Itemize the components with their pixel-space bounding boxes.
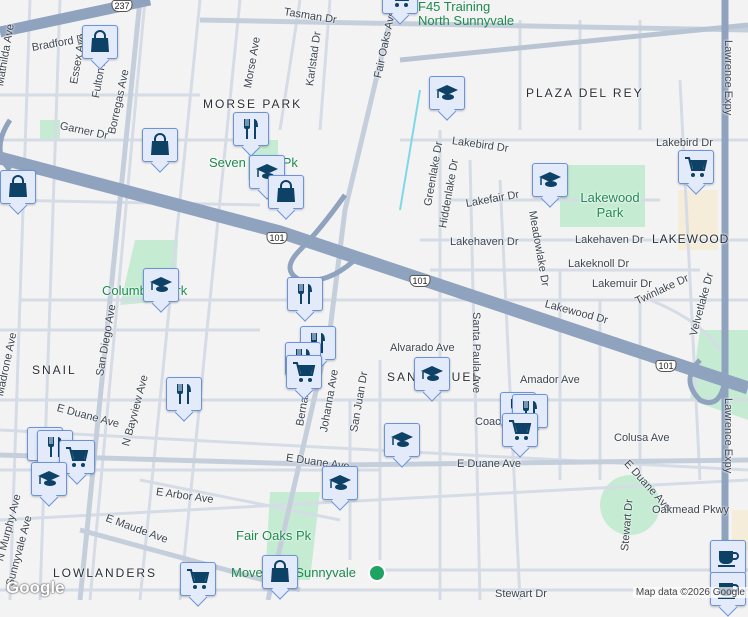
shopping-bag-icon [271, 560, 289, 582]
grocery-cart-marker[interactable] [180, 562, 216, 596]
grocery-cart-icon [685, 157, 708, 177]
neighborhood-label: PLAZA DEL REY [526, 86, 644, 100]
grocery-cart-icon [187, 569, 210, 589]
street-label: Lakeknoll Dr [568, 258, 630, 270]
school-icon [539, 172, 561, 187]
shopping-bag-icon [9, 175, 27, 197]
grocery-cart-marker[interactable] [382, 0, 418, 14]
fitness-poi-icon[interactable] [368, 564, 386, 582]
school-marker[interactable] [429, 76, 465, 110]
cafe-icon [718, 551, 739, 567]
map-attribution[interactable]: Map data ©2026 Google [632, 587, 748, 598]
creek [399, 89, 421, 211]
grocery-cart-icon [394, 0, 410, 7]
street-label: Lakebird Dr [656, 137, 713, 149]
park-label: Fair Oaks Pk [236, 528, 312, 543]
restaurant-marker[interactable] [287, 277, 323, 311]
highway-101-shield: 101 [266, 232, 288, 244]
street-label: Lawrence Expy [722, 40, 734, 116]
shopping-bag-marker[interactable] [268, 175, 304, 209]
shopping-bag-marker[interactable] [262, 555, 298, 589]
poi-f45-training[interactable]: F45 Training North Sunnyvale [418, 0, 523, 28]
school-marker[interactable] [414, 357, 450, 391]
restaurant-marker[interactable] [166, 377, 202, 411]
restaurant-icon [298, 284, 312, 304]
light-rail [399, 22, 748, 63]
restaurant-icon [244, 119, 258, 139]
highway-237-shield: 237 [111, 0, 133, 12]
shopping-bag-icon [91, 30, 109, 52]
grocery-cart-marker[interactable] [502, 413, 538, 447]
highway-101-shield: 101 [409, 275, 431, 287]
grocery-cart-icon [66, 447, 89, 467]
school-marker[interactable] [532, 163, 568, 197]
restaurant-marker[interactable] [233, 112, 269, 146]
street-label: E Duane Ave [457, 458, 522, 470]
street-label: Oakmead Pkwy [652, 504, 730, 516]
neighborhood-label: SNAIL [32, 363, 77, 377]
park-label: Lakewood Park [580, 190, 640, 220]
street-label: Lakehaven Dr [450, 236, 519, 248]
grocery-cart-icon [509, 420, 532, 440]
school-icon [150, 277, 172, 292]
school-marker[interactable] [384, 423, 420, 457]
street-label: Stewart Dr [495, 588, 547, 600]
school-icon [329, 475, 351, 490]
grocery-cart-marker[interactable] [286, 355, 322, 389]
school-icon [38, 471, 60, 486]
street-label: Lawrence Expy [722, 398, 734, 474]
school-marker[interactable] [322, 466, 358, 500]
shopping-bag-marker[interactable] [0, 170, 36, 204]
school-icon [436, 85, 458, 100]
neighborhood-label: LAKEWOOD [652, 232, 730, 246]
street-label: Amador Ave [520, 374, 580, 386]
street-label: Alvarado Ave [390, 342, 455, 354]
street-label: Lakehaven Dr [575, 234, 644, 246]
school-marker[interactable] [31, 462, 67, 496]
neighborhood-label: MORSE PARK [203, 97, 303, 111]
grocery-cart-icon [293, 362, 316, 382]
school-icon [391, 432, 413, 447]
restaurant-icon [177, 384, 191, 404]
street-label: Colusa Ave [614, 432, 670, 444]
school-icon [421, 366, 443, 381]
street-label: Lakemuir Dr [592, 278, 652, 290]
grocery-cart-marker[interactable] [678, 150, 714, 184]
shopping-bag-marker[interactable] [142, 128, 178, 162]
google-logo: Google [6, 578, 65, 597]
shopping-bag-marker[interactable] [82, 25, 118, 59]
school-marker[interactable] [143, 268, 179, 302]
cafe-marker[interactable] [710, 540, 746, 574]
neighborhood-label: LOWLANDERS [53, 566, 158, 580]
highway-101-shield: 101 [655, 360, 677, 372]
shopping-bag-icon [151, 133, 169, 155]
shopping-bag-icon [277, 180, 295, 202]
